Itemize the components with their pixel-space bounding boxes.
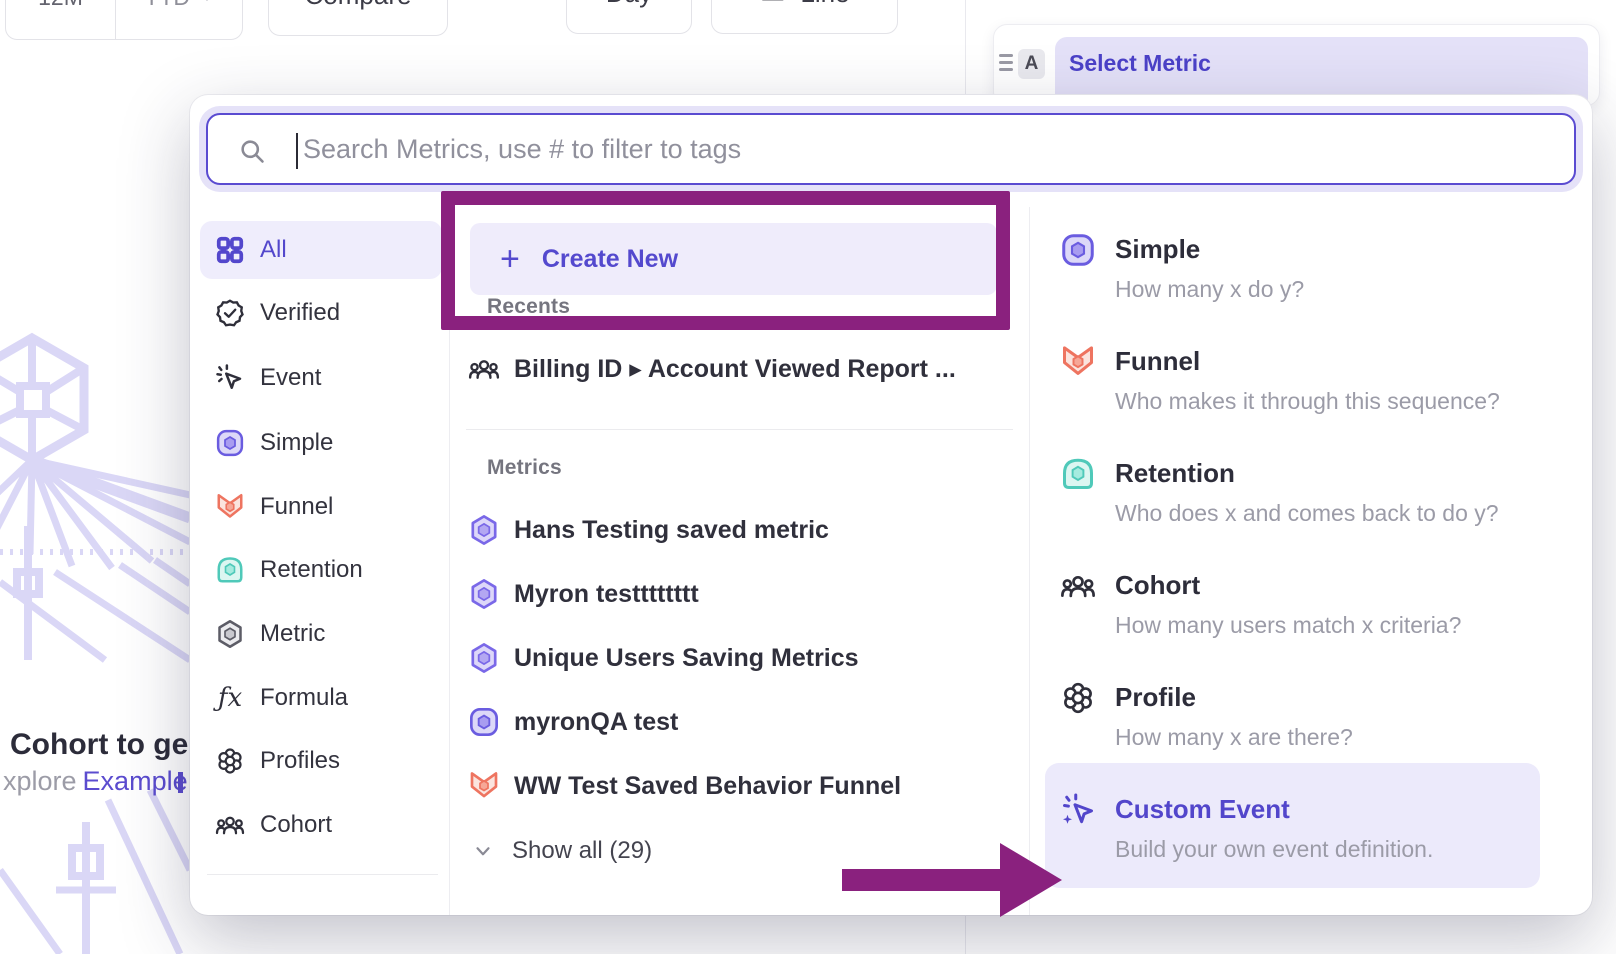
metric-list-item[interactable]: Unique Users Saving Metrics <box>468 642 859 674</box>
mixpanel-insights-screen: { "colors": { "accent": "#5b4ccf", "acce… <box>0 0 1616 954</box>
type-cohort-title[interactable]: Cohort <box>1115 570 1200 601</box>
verified-seal-icon <box>215 298 245 328</box>
retention-icon <box>215 555 245 585</box>
metric-hexagon-icon <box>468 578 500 610</box>
category-formula[interactable]: ƒx Formula <box>200 669 442 727</box>
metric-search-input[interactable]: Search Metrics, use # to filter to tags <box>206 113 1576 185</box>
series-a-badge: A <box>1018 49 1045 79</box>
date-range-preset[interactable]: YTD <box>116 0 244 39</box>
empty-state-subtitle-fragment: xplore <box>3 766 77 796</box>
type-cohort-description: How many users match x criteria? <box>1115 612 1461 639</box>
category-simple[interactable]: Simple <box>200 414 442 472</box>
column-divider <box>1029 207 1030 915</box>
cohort-people-icon <box>468 353 500 385</box>
category-tags-clipped[interactable] <box>200 903 442 915</box>
empty-state-title-fragment: Cohort to ge <box>10 728 188 762</box>
metric-hexagon-icon <box>468 514 500 546</box>
category-all[interactable]: All <box>200 221 442 279</box>
search-icon <box>238 137 266 165</box>
simple-icon[interactable] <box>1060 232 1096 268</box>
category-profiles[interactable]: Profiles <box>200 732 442 790</box>
type-simple-description: How many x do y? <box>1115 276 1304 303</box>
cohort-people-icon <box>215 810 245 840</box>
custom-event-highlight[interactable] <box>1045 763 1540 888</box>
category-metric[interactable]: Metric <box>200 605 442 663</box>
category-verified[interactable]: Verified <box>200 284 442 342</box>
type-funnel-description: Who makes it through this sequence? <box>1115 388 1500 415</box>
clipped-text-fragment <box>178 772 183 793</box>
chart-type-button[interactable]: Line <box>711 0 898 34</box>
section-divider <box>466 429 1013 430</box>
cohort-people-icon[interactable] <box>1060 568 1096 604</box>
category-retention[interactable]: Retention <box>200 541 442 599</box>
type-simple-title[interactable]: Simple <box>1115 234 1200 265</box>
empty-state-subtitle: xploreExample <box>3 766 190 797</box>
type-funnel-title[interactable]: Funnel <box>1115 346 1200 377</box>
category-funnel[interactable]: Funnel <box>200 478 442 536</box>
chevron-down-icon <box>472 840 494 862</box>
search-placeholder: Search Metrics, use # to filter to tags <box>303 115 741 183</box>
empty-state-wireframe-illustration <box>0 330 190 954</box>
metric-list-item[interactable]: WW Test Saved Behavior Funnel <box>468 770 901 802</box>
annotation-arrow <box>840 841 1065 919</box>
drag-handle-icon[interactable] <box>999 54 1013 75</box>
type-profile-title[interactable]: Profile <box>1115 682 1196 713</box>
type-retention-description: Who does x and comes back to do y? <box>1115 500 1499 527</box>
compare-button[interactable]: Compare <box>268 0 448 36</box>
formula-fx-icon: ƒx <box>215 683 245 713</box>
granularity-button[interactable]: Day <box>566 0 692 34</box>
metric-list-item[interactable]: Hans Testing saved metric <box>468 514 829 546</box>
date-range-12m[interactable]: 12M <box>6 0 116 39</box>
annotation-highlight-box <box>441 191 1010 330</box>
simple-icon <box>215 428 245 458</box>
example-boards-link[interactable]: Example <box>83 766 188 796</box>
category-event[interactable]: Event <box>200 349 442 407</box>
chevron-down-icon <box>198 0 216 6</box>
funnel-icon <box>215 492 245 522</box>
type-custom-event-description: Build your own event definition. <box>1115 836 1433 863</box>
event-cursor-icon <box>215 363 245 393</box>
line-chart-icon <box>759 0 786 7</box>
metric-hexagon-icon <box>468 642 500 674</box>
category-cohort[interactable]: Cohort <box>200 796 442 854</box>
profiles-cluster-icon[interactable] <box>1060 680 1096 716</box>
grid-icon <box>215 235 245 265</box>
metric-list-item[interactable]: Myron testttttttt <box>468 578 699 610</box>
recent-item[interactable]: Billing ID ▸ Account Viewed Report ... <box>468 353 956 385</box>
profiles-cluster-icon <box>215 746 245 776</box>
metric-list-item[interactable]: myronQA test <box>468 706 678 738</box>
type-profile-description: How many x are there? <box>1115 724 1353 751</box>
type-custom-event-title[interactable]: Custom Event <box>1115 794 1290 825</box>
custom-event-icon[interactable] <box>1060 792 1096 828</box>
funnel-icon <box>468 770 500 802</box>
metric-hexagon-icon <box>215 619 245 649</box>
date-range-control[interactable]: 12M YTD <box>5 0 243 40</box>
simple-icon <box>468 706 500 738</box>
funnel-icon[interactable] <box>1060 344 1096 380</box>
show-all-button[interactable]: Show all (29) <box>472 837 652 865</box>
text-caret <box>296 133 298 169</box>
metrics-header: Metrics <box>487 456 562 480</box>
type-retention-title[interactable]: Retention <box>1115 458 1235 489</box>
sidebar-divider <box>207 874 438 875</box>
retention-icon[interactable] <box>1060 456 1096 492</box>
